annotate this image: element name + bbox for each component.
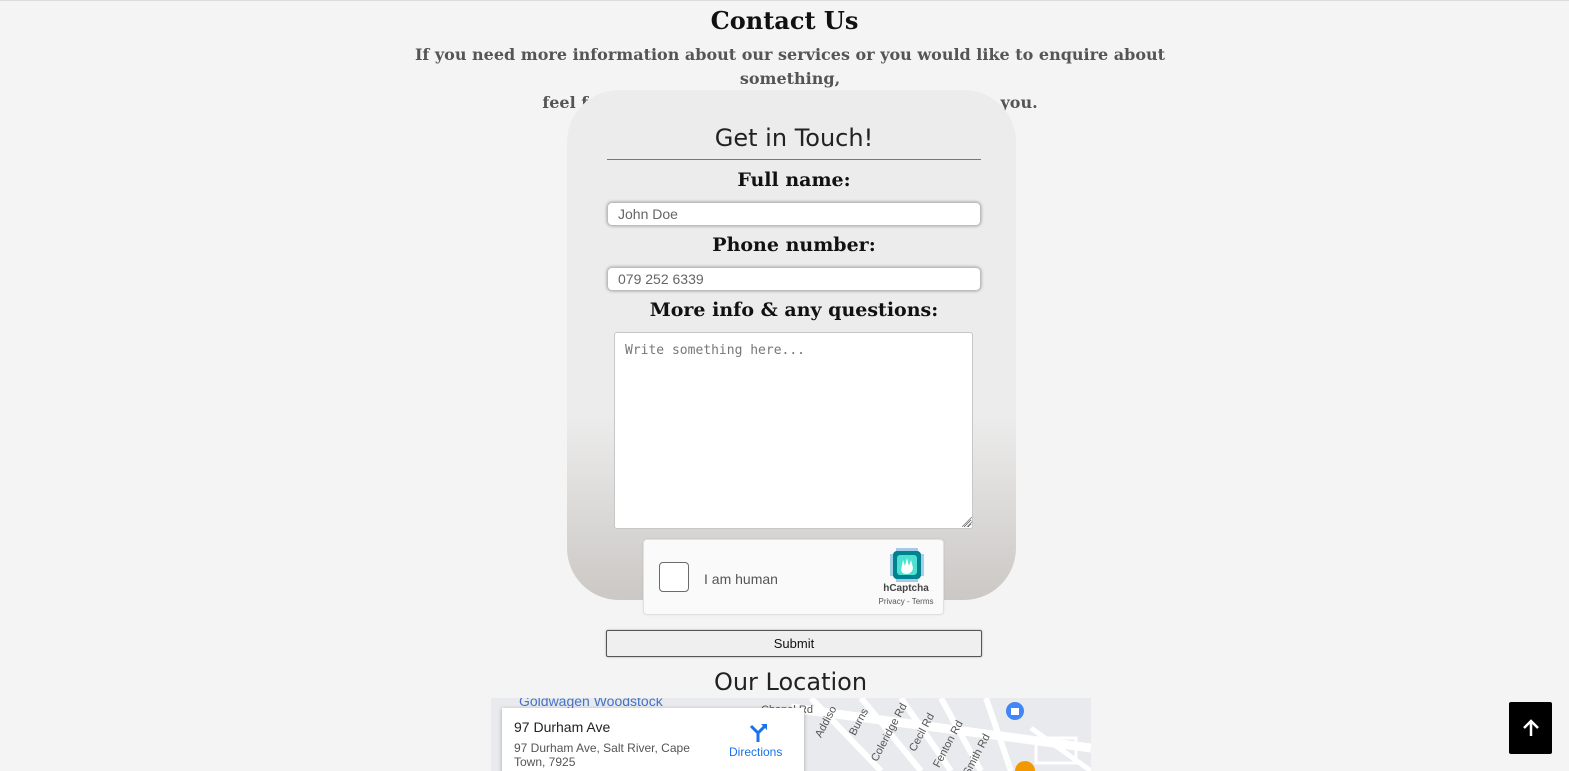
intro-line-1: If you need more information about our s… <box>414 45 1166 88</box>
message-label: More info & any questions: <box>649 299 939 321</box>
place-address: 97 Durham Ave, Salt River, Cape Town, 79… <box>514 741 690 769</box>
place-name: 97 Durham Ave <box>514 719 611 735</box>
place-info-card: 97 Durham Ave 97 Durham Ave, Salt River,… <box>502 708 804 771</box>
hcaptcha-logo-icon <box>890 548 924 582</box>
directions-link[interactable]: Directions <box>729 745 782 759</box>
message-textarea[interactable] <box>614 332 973 529</box>
full-name-input[interactable] <box>607 202 981 226</box>
phone-input[interactable] <box>607 267 981 291</box>
directions-icon[interactable] <box>747 721 769 743</box>
arrow-up-icon <box>1522 719 1539 736</box>
textarea-resize-handle[interactable] <box>962 517 972 527</box>
location-title: Our Location <box>713 668 868 696</box>
top-divider <box>0 0 1569 1</box>
captcha-label: I am human <box>704 571 778 587</box>
hcaptcha-widget: I am human hCaptcha Privacy - Terms <box>643 539 944 615</box>
page-title: Contact Us <box>710 6 859 35</box>
captcha-brand: hCaptcha <box>883 583 929 594</box>
form-divider <box>607 159 981 160</box>
full-name-label: Full name: <box>737 169 851 191</box>
captcha-privacy-terms-links[interactable]: Privacy - Terms <box>866 597 946 606</box>
form-heading: Get in Touch! <box>714 124 874 152</box>
back-to-top-button[interactable] <box>1509 702 1552 754</box>
captcha-checkbox[interactable] <box>659 562 689 592</box>
map-embed[interactable]: Goldwagen Woodstock Addiso Burns Colerid… <box>491 698 1091 771</box>
submit-button[interactable]: Submit <box>606 630 982 657</box>
phone-label: Phone number: <box>712 234 876 256</box>
contact-form: Get in Touch! Full name: Phone number: M… <box>567 90 1016 600</box>
